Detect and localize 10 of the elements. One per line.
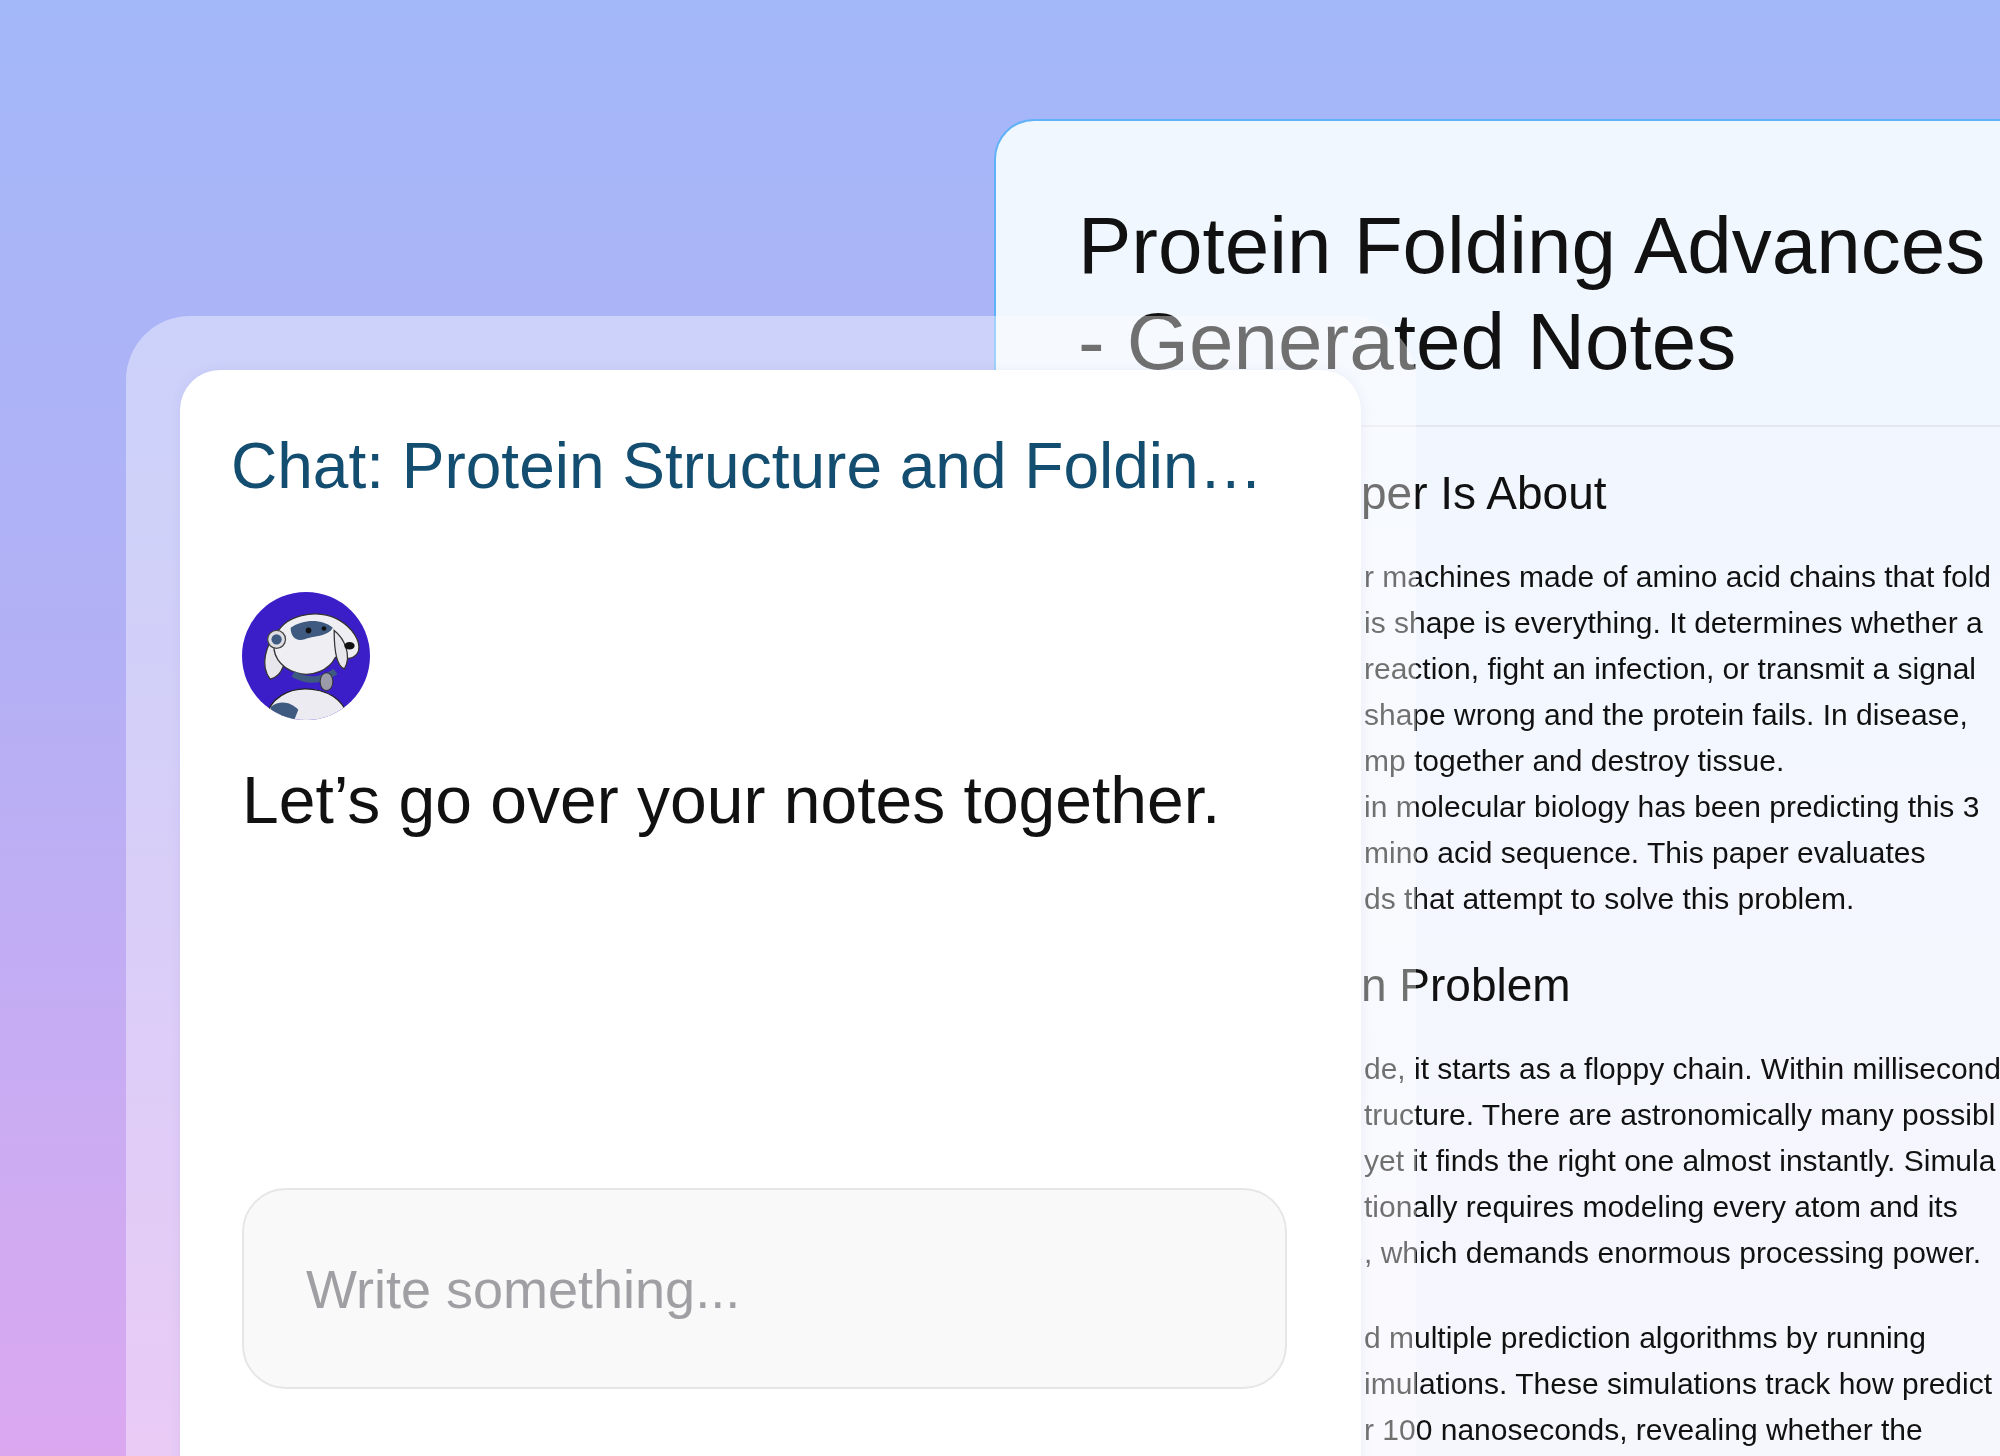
dog-avatar-icon — [242, 592, 370, 720]
section-heading: per Is About — [1361, 466, 1607, 521]
note-paragraph: d multiple prediction algorithms by running imulations. These simulations track how predict r 100 nanoseconds, revealing whether the — [1363, 1320, 1993, 1448]
message-input[interactable]: Write something... — [242, 1188, 1287, 1389]
chat-title: Chat: Protein Structure and Foldin… — [231, 429, 1263, 504]
note-paragraph: r machines made of amino acid chains that fold is shape is everything. It determines whether a reaction, fight an infection, or transmit a signal shape wrong and the protein fails. In disease, mp together and destroy tissue. in molecular biology has been predicting this 3 mino acid sequence. This paper evaluates ds that attempt to solve this problem. — [1363, 559, 1991, 917]
note-paragraph: de, it starts as a floppy chain. Within millisecond tructure. There are astronomically many possibl yet it finds the right one almost instantly. Simula tionally requires modeling every atom and its , which demands enormous processing power. — [1363, 1051, 2000, 1271]
assistant-message: Let’s go over your notes together. — [242, 762, 1221, 839]
notes-title: Protein Folding Advances - Generated Notes — [1078, 200, 1987, 388]
section-heading: n Problem — [1361, 958, 1571, 1013]
